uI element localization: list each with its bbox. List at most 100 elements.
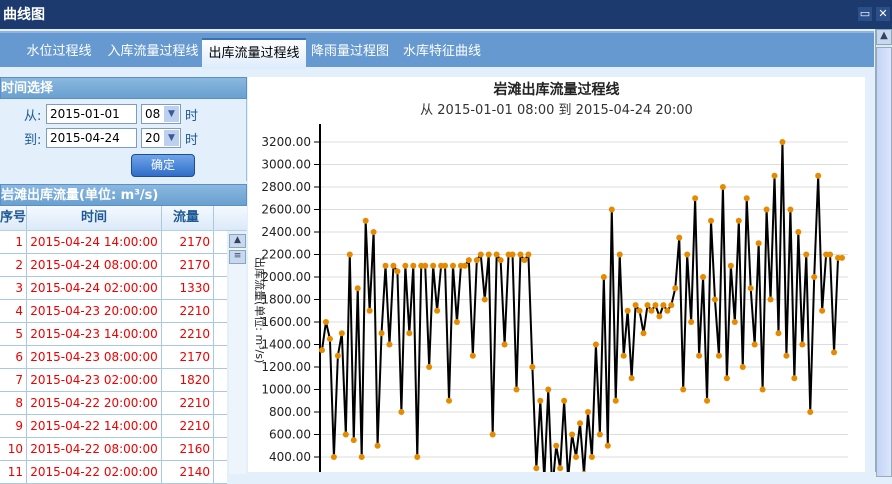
chevron-down-icon[interactable]: ▼ bbox=[164, 106, 179, 122]
data-point[interactable] bbox=[700, 274, 707, 280]
data-point[interactable] bbox=[465, 257, 472, 264]
data-point[interactable] bbox=[827, 251, 834, 258]
table-row[interactable]: 4 2015-04-23 20:00:00 2210 bbox=[0, 300, 227, 323]
data-point[interactable] bbox=[354, 285, 361, 292]
data-point[interactable] bbox=[791, 375, 798, 382]
data-point[interactable] bbox=[529, 364, 536, 370]
data-point[interactable] bbox=[449, 262, 456, 269]
data-point[interactable] bbox=[672, 285, 679, 292]
confirm-button[interactable]: 确定 bbox=[131, 154, 195, 177]
data-point[interactable] bbox=[338, 330, 345, 337]
data-point[interactable] bbox=[680, 386, 687, 393]
minimize-button[interactable]: ▭ bbox=[858, 7, 872, 21]
data-point[interactable] bbox=[620, 352, 627, 359]
data-point[interactable] bbox=[366, 307, 373, 314]
data-point[interactable] bbox=[517, 251, 524, 258]
data-point[interactable] bbox=[330, 454, 337, 460]
data-point[interactable] bbox=[807, 409, 814, 415]
data-point[interactable] bbox=[708, 217, 715, 224]
data-point[interactable] bbox=[751, 341, 758, 348]
data-point[interactable] bbox=[521, 257, 528, 264]
data-point[interactable] bbox=[422, 262, 429, 269]
data-point[interactable] bbox=[779, 139, 786, 145]
data-point[interactable] bbox=[350, 437, 357, 444]
data-point[interactable] bbox=[811, 274, 818, 280]
data-point[interactable] bbox=[446, 397, 453, 404]
data-point[interactable] bbox=[711, 296, 718, 303]
data-point[interactable] bbox=[588, 454, 595, 460]
data-point[interactable] bbox=[636, 307, 643, 314]
data-point[interactable] bbox=[616, 251, 623, 258]
data-point[interactable] bbox=[573, 454, 580, 460]
table-scrollbar[interactable]: ▲ ≡ bbox=[229, 234, 246, 474]
data-point[interactable] bbox=[767, 296, 774, 303]
data-point[interactable] bbox=[481, 296, 488, 303]
data-point[interactable] bbox=[771, 172, 778, 179]
data-point[interactable] bbox=[406, 330, 413, 337]
data-point[interactable] bbox=[608, 206, 615, 213]
data-point[interactable] bbox=[668, 302, 675, 309]
data-point[interactable] bbox=[473, 257, 480, 264]
data-point[interactable] bbox=[839, 254, 845, 261]
data-point[interactable] bbox=[692, 195, 699, 202]
data-point[interactable] bbox=[509, 251, 516, 258]
data-point[interactable] bbox=[596, 431, 603, 438]
data-point[interactable] bbox=[676, 234, 683, 241]
data-point[interactable] bbox=[775, 330, 782, 337]
data-point[interactable] bbox=[390, 262, 397, 269]
data-point[interactable] bbox=[731, 319, 738, 325]
data-point[interactable] bbox=[688, 319, 695, 325]
data-point[interactable] bbox=[410, 262, 417, 269]
data-point[interactable] bbox=[477, 251, 484, 258]
data-point[interactable] bbox=[513, 386, 520, 393]
data-point[interactable] bbox=[640, 330, 647, 337]
data-point[interactable] bbox=[664, 307, 671, 314]
data-point[interactable] bbox=[719, 184, 726, 190]
data-point[interactable] bbox=[612, 397, 619, 404]
table-row[interactable]: 3 2015-04-24 02:00:00 1330 bbox=[0, 277, 227, 300]
data-point[interactable] bbox=[648, 307, 655, 314]
data-point[interactable] bbox=[684, 251, 691, 258]
tab-rainfall[interactable]: 降雨量过程图 bbox=[306, 38, 394, 69]
to-hour-select[interactable]: 20 ▼ bbox=[141, 128, 181, 148]
page-scrollbar[interactable]: ▲ bbox=[875, 29, 892, 477]
data-point[interactable] bbox=[696, 352, 703, 359]
data-point[interactable] bbox=[656, 313, 663, 320]
data-point[interactable] bbox=[533, 465, 540, 472]
data-point[interactable] bbox=[795, 229, 802, 235]
data-point[interactable] bbox=[461, 262, 468, 269]
data-point[interactable] bbox=[803, 251, 810, 258]
data-point[interactable] bbox=[561, 397, 568, 404]
data-point[interactable] bbox=[660, 302, 667, 309]
data-point[interactable] bbox=[604, 442, 611, 449]
data-point[interactable] bbox=[319, 347, 325, 354]
data-point[interactable] bbox=[386, 341, 393, 348]
data-point[interactable] bbox=[342, 431, 349, 438]
data-point[interactable] bbox=[493, 251, 500, 258]
data-point[interactable] bbox=[787, 206, 794, 213]
table-row[interactable]: 11 2015-04-22 02:00:00 2140 bbox=[0, 461, 227, 484]
data-point[interactable] bbox=[755, 240, 762, 247]
data-point[interactable] bbox=[430, 262, 437, 269]
data-point[interactable] bbox=[763, 206, 770, 213]
data-point[interactable] bbox=[735, 217, 742, 224]
data-point[interactable] bbox=[553, 442, 560, 449]
data-point[interactable] bbox=[378, 330, 385, 337]
chevron-down-icon[interactable]: ▼ bbox=[164, 130, 179, 146]
tab-water-level[interactable]: 水位过程线 bbox=[14, 38, 104, 69]
data-point[interactable] bbox=[739, 364, 746, 370]
data-point[interactable] bbox=[426, 364, 433, 370]
table-row[interactable]: 5 2015-04-23 14:00:00 2210 bbox=[0, 323, 227, 346]
col-flow[interactable]: 流量 bbox=[162, 206, 214, 230]
table-row[interactable]: 8 2015-04-22 20:00:00 2210 bbox=[0, 392, 227, 415]
data-point[interactable] bbox=[815, 172, 822, 179]
data-point[interactable] bbox=[704, 397, 711, 404]
close-button[interactable]: ✕ bbox=[876, 7, 890, 21]
table-row[interactable]: 1 2015-04-24 14:00:00 2170 bbox=[0, 231, 227, 254]
data-point[interactable] bbox=[398, 409, 405, 415]
data-point[interactable] bbox=[644, 302, 651, 309]
scroll-thumb[interactable] bbox=[876, 47, 892, 477]
data-point[interactable] bbox=[831, 349, 838, 356]
data-point[interactable] bbox=[723, 375, 730, 382]
data-point[interactable] bbox=[557, 465, 564, 472]
